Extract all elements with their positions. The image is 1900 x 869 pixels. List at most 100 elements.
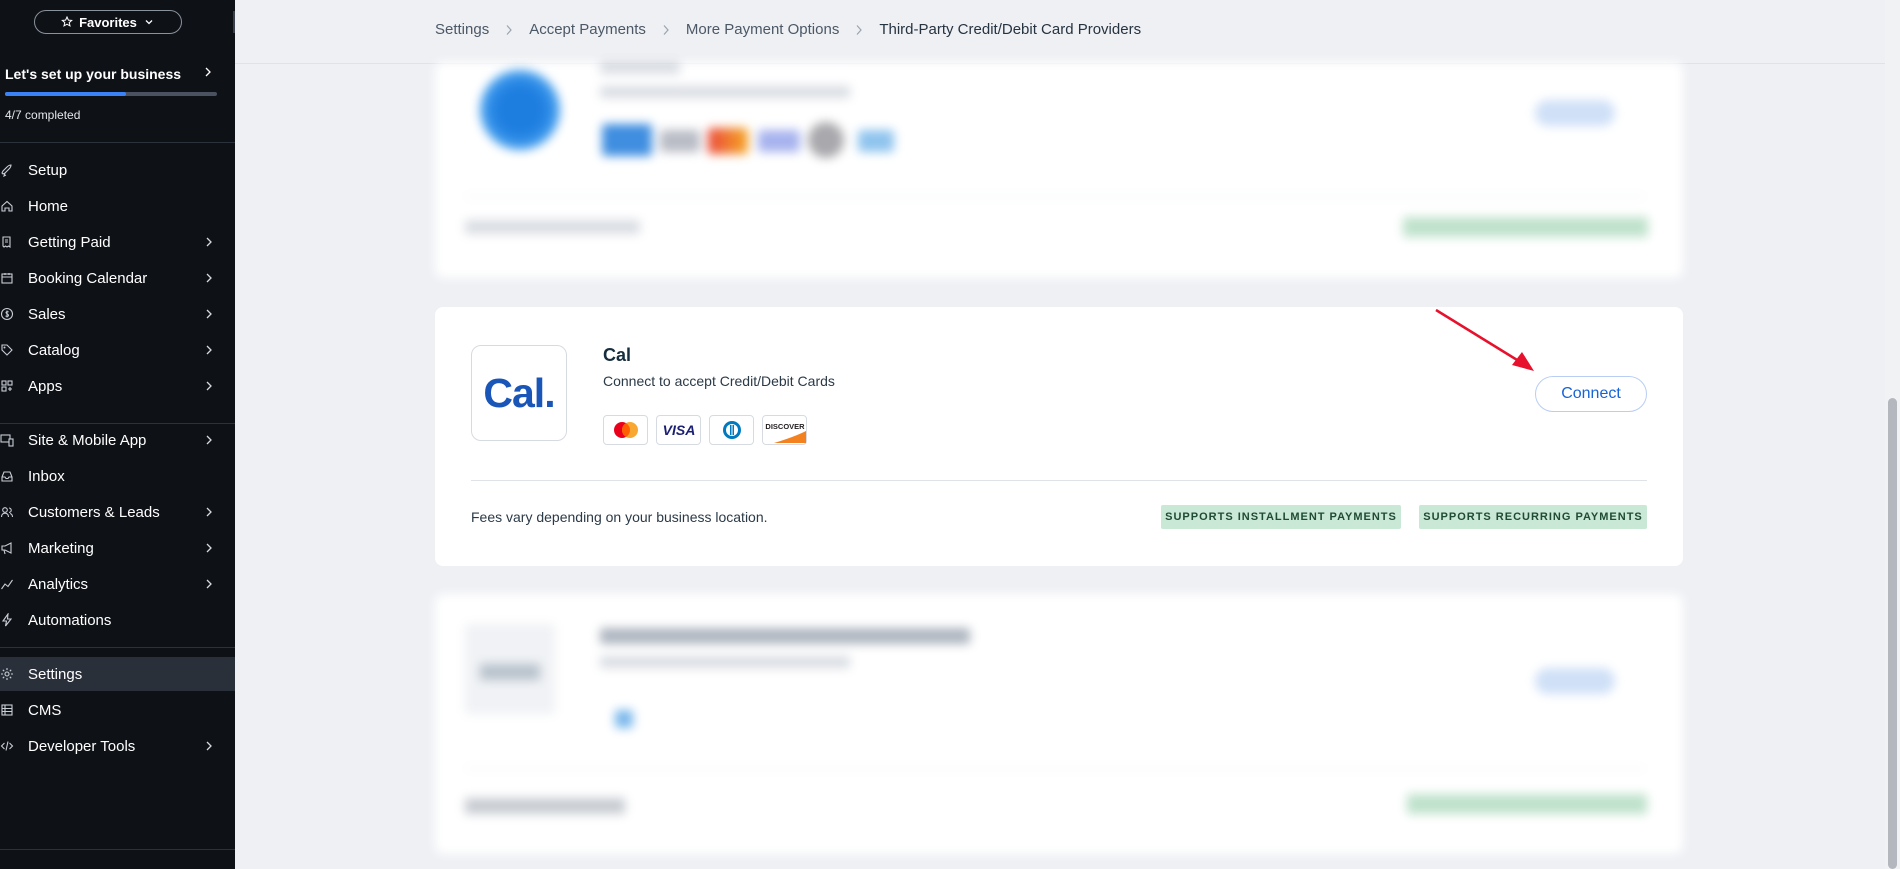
sidebar-item-analytics[interactable]: Analytics [0, 567, 235, 601]
sidebar: Favorites Let's set up your business 4/7… [0, 0, 235, 869]
breadcrumb-item[interactable]: More Payment Options [686, 21, 839, 38]
sidebar-item-apps[interactable]: Apps [0, 369, 235, 403]
chevron-right-icon [206, 579, 212, 589]
blurred-button [1535, 100, 1615, 126]
chevron-right-icon [206, 309, 212, 319]
dollar-icon [0, 307, 14, 321]
apps-icon [1, 380, 13, 392]
setup-progress-bar [5, 92, 217, 96]
setup-count: 4/7 completed [5, 108, 81, 122]
table-icon [1, 704, 13, 716]
svg-text:DISCOVER: DISCOVER [765, 422, 805, 431]
setup-title: Let's set up your business [5, 66, 182, 82]
megaphone-icon [1, 542, 12, 555]
svg-text:VISA: VISA [662, 422, 695, 438]
chevron-right-icon [206, 237, 212, 247]
favorites-label: Favorites [79, 14, 137, 30]
connect-button[interactable]: Connect [1535, 376, 1647, 412]
code-icon [0, 741, 14, 751]
breadcrumb-current: Third-Party Credit/Debit Card Providers [879, 21, 1142, 38]
scrollbar-thumb[interactable] [1888, 398, 1897, 869]
blurred-divider [465, 196, 1645, 197]
blurred-text [600, 628, 970, 644]
devices-icon [0, 434, 14, 447]
sidebar-item-inbox[interactable]: Inbox [0, 459, 235, 493]
chart-line-icon [1, 579, 13, 590]
sidebar-item-site-mobile-app[interactable]: Site & Mobile App [0, 423, 235, 457]
sidebar-item-label: Setup [28, 161, 68, 179]
sidebar-item-catalog[interactable]: Catalog [0, 333, 235, 367]
sidebar-item-developer-tools[interactable]: Developer Tools [0, 729, 235, 763]
divider [0, 142, 235, 143]
blurred-text [465, 220, 640, 234]
blurred-card-chip [615, 710, 633, 728]
cal-logo-text: Cal. [483, 369, 555, 416]
discover-icon: DISCOVER [762, 415, 807, 445]
blurred-text [480, 664, 540, 680]
fees-text: Fees vary depending on your business loc… [471, 509, 768, 525]
home-icon [1, 200, 13, 212]
provider-card-blurred-top [435, 62, 1683, 278]
sidebar-item-label: Automations [28, 611, 112, 629]
sidebar-item-label: Getting Paid [28, 233, 111, 251]
sidebar-item-cms[interactable]: CMS [0, 693, 235, 727]
breadcrumb-item[interactable]: Accept Payments [529, 21, 646, 38]
blurred-card-chip [808, 122, 844, 158]
blurred-card-chip [758, 130, 800, 152]
star-icon [61, 16, 73, 27]
sidebar-item-label: Booking Calendar [28, 269, 148, 287]
sidebar-item-settings[interactable]: Settings [0, 657, 235, 691]
people-icon [0, 507, 14, 518]
chevron-right-icon [206, 345, 212, 355]
blurred-text [600, 86, 850, 98]
blurred-text [600, 656, 850, 668]
top-bar: Settings Accept Payments More Payment Opti… [235, 0, 1885, 64]
chevron-right-icon [206, 381, 212, 391]
chevron-right-icon [663, 24, 669, 35]
sidebar-item-getting-paid[interactable]: Getting Paid [0, 225, 235, 259]
favorites-button[interactable]: Favorites [34, 10, 182, 34]
chevron-right-icon [856, 24, 863, 35]
sidebar-item-label: Home [28, 197, 69, 215]
sidebar-item-customers-leads[interactable]: Customers & Leads [0, 495, 235, 529]
sidebar-item-label: Customers & Leads [28, 503, 160, 521]
chevron-down-icon [145, 20, 153, 25]
sidebar-item-marketing[interactable]: Marketing [0, 531, 235, 565]
sidebar-item-setup[interactable]: Setup [0, 153, 235, 187]
rocket-icon [1, 164, 12, 177]
blurred-card-chip [858, 130, 894, 152]
divider [0, 423, 235, 424]
sidebar-item-automations[interactable]: Automations [0, 603, 235, 637]
blurred-text [600, 62, 680, 74]
sidebar-item-label: Marketing [28, 539, 94, 557]
sidebar-item-label: Catalog [28, 341, 80, 359]
sidebar-item-label: Site & Mobile App [28, 431, 147, 449]
calendar-icon [1, 273, 13, 284]
provider-description: Connect to accept Credit/Debit Cards [603, 373, 835, 389]
sidebar-item-label: Settings [28, 665, 83, 683]
sidebar-item-label: Analytics [28, 575, 89, 593]
receipt-icon [2, 236, 11, 249]
setup-progress-fill [5, 92, 126, 96]
card-divider [471, 480, 1647, 481]
sidebar-item-home[interactable]: Home [0, 189, 235, 223]
diners-icon [709, 415, 754, 445]
blurred-card-chip [708, 128, 748, 154]
blurred-button [1535, 668, 1615, 694]
blurred-card-chip [602, 124, 652, 156]
chevron-right-icon [206, 507, 212, 517]
inbox-icon [1, 471, 13, 482]
recurring-badge: SUPPORTS RECURRING PAYMENTS [1419, 505, 1647, 529]
accepted-cards: VISA DISCOVER [603, 415, 807, 445]
sidebar-item-booking-calendar[interactable]: Booking Calendar [0, 261, 235, 295]
sidebar-item-sales[interactable]: Sales [0, 297, 235, 331]
chevron-right-icon [206, 435, 212, 445]
annotation-arrow-icon [1435, 308, 1534, 371]
tag-icon [1, 344, 13, 356]
installment-badge: SUPPORTS INSTALLMENT PAYMENTS [1161, 505, 1401, 529]
sidebar-item-label: CMS [28, 701, 62, 719]
blurred-divider [465, 768, 1645, 769]
breadcrumb-item[interactable]: Settings [435, 21, 489, 38]
visa-icon: VISA [656, 415, 701, 445]
mastercard-icon [603, 415, 648, 445]
